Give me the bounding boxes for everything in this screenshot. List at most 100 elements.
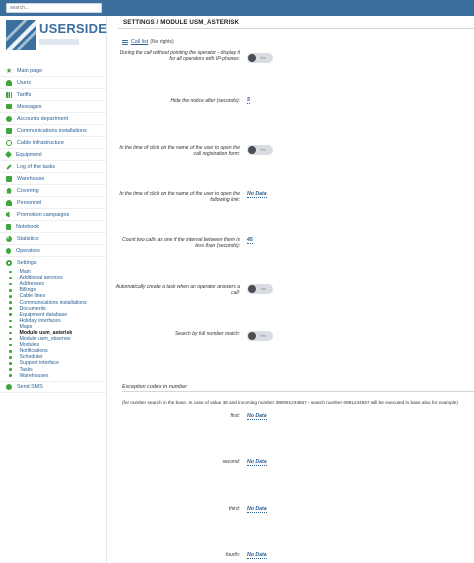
- brand-subtitle-bar: [39, 39, 79, 45]
- section-title-exceptions: Exception codes in number: [122, 384, 188, 390]
- editable-value[interactable]: 45: [247, 237, 253, 244]
- toggle-call-registration[interactable]: Yes: [247, 145, 273, 155]
- sidebar-item-tariffs[interactable]: Tariffs: [0, 89, 106, 101]
- logo[interactable]: USERSIDE: [6, 20, 108, 58]
- operator-icon: [6, 247, 11, 254]
- toggle-switch[interactable]: Yes: [247, 53, 273, 63]
- toggle-knob: [248, 332, 256, 340]
- bullet-icon: [9, 313, 12, 316]
- bullet-icon: [9, 368, 12, 371]
- sidebar-item-statistics[interactable]: Statistics: [0, 233, 106, 245]
- page-title: SETTINGS / MODULE USM_ASTERISK: [123, 19, 240, 26]
- sidebar-item-operators[interactable]: Operators: [0, 245, 106, 257]
- box-icon: [6, 175, 12, 182]
- toggle-full-match[interactable]: Yes: [247, 331, 273, 341]
- grid-icon: [6, 127, 12, 134]
- search-input[interactable]: [6, 3, 102, 13]
- star-icon: [6, 67, 12, 73]
- sidebar-item-cable-infrastructure[interactable]: Cable infrastructure: [0, 137, 106, 149]
- settings-submenu: Main Additional services Addresses Billi…: [0, 269, 106, 379]
- value-count-calls[interactable]: 45: [247, 237, 253, 244]
- bullet-icon: [9, 337, 12, 341]
- settings-sub-warehouses[interactable]: Warehouses: [9, 373, 106, 379]
- sms-icon: [6, 383, 12, 390]
- sidebar-menu: Main page Users Tariffs Messages Account…: [0, 65, 106, 393]
- exception-value-third[interactable]: No Data: [247, 506, 267, 513]
- editable-value[interactable]: No Data: [247, 506, 267, 513]
- brand-name: USERSIDE: [39, 21, 108, 36]
- call-list-note: (No rights): [150, 39, 174, 45]
- setting-label-count-calls: Count two calls as one if the interval b…: [122, 237, 240, 250]
- gear-icon: [6, 260, 12, 266]
- toggle-display-all[interactable]: Yes: [247, 53, 273, 63]
- setting-label-display-all: During the call without pointing the ope…: [119, 50, 240, 63]
- users-icon: [6, 79, 12, 86]
- main-content: SETTINGS / MODULE USM_ASTERISK Call list…: [116, 16, 474, 563]
- tag-icon: [4, 150, 13, 159]
- sidebar-item-messages[interactable]: Messages: [0, 101, 106, 113]
- bullet-icon: [9, 301, 12, 304]
- pie-icon: [6, 235, 12, 242]
- value-hide-notice[interactable]: 5: [247, 97, 250, 104]
- sidebar-item-settings[interactable]: Settings: [0, 257, 106, 269]
- sidebar-item-users[interactable]: Users: [0, 77, 106, 89]
- divider: [122, 391, 474, 392]
- setting-label-full-match: Search by full number match:: [174, 331, 240, 337]
- toggle-switch[interactable]: Yes: [247, 145, 273, 155]
- sidebar-item-notebook[interactable]: Notebook: [0, 221, 106, 233]
- divider: [118, 28, 474, 29]
- sidebar-item-main-page[interactable]: Main page: [0, 65, 106, 77]
- home-icon: [6, 187, 12, 194]
- megaphone-icon: [6, 211, 10, 218]
- toggle-knob: [248, 146, 256, 154]
- sidebar-item-personnel[interactable]: Personnel: [0, 197, 106, 209]
- value-open-link[interactable]: No Data: [247, 191, 267, 198]
- bullet-icon: [9, 276, 12, 280]
- editable-value[interactable]: No Data: [247, 191, 267, 198]
- call-list-link[interactable]: Call list: [131, 39, 148, 45]
- top-bar: [0, 0, 474, 16]
- sidebar-item-accounts[interactable]: Accounts department: [0, 113, 106, 125]
- sidebar-item-warehouse[interactable]: Warehouse: [0, 173, 106, 185]
- notebook-icon: [6, 223, 11, 230]
- bullet-icon: [9, 319, 12, 323]
- exception-label-first: first:: [230, 413, 240, 419]
- sidebar-item-comm-installations[interactable]: Communications installations: [0, 125, 106, 137]
- exception-label-second: second:: [222, 459, 240, 465]
- bullet-icon: [9, 331, 12, 335]
- sidebar-item-log-of-tasks[interactable]: Log of the tasks: [0, 161, 106, 173]
- bullet-icon: [9, 289, 12, 292]
- exception-label-third: third:: [228, 506, 240, 512]
- sidebar-item-promotion[interactable]: Promotion campaigns: [0, 209, 106, 221]
- sidebar-item-equipment[interactable]: Equipment: [0, 149, 106, 161]
- toggle-switch[interactable]: Yes: [247, 284, 273, 294]
- bullet-icon: [9, 362, 12, 365]
- section-note-exceptions: (for number search in the base. In case …: [122, 400, 458, 405]
- toggle-auto-task[interactable]: Yes: [247, 284, 273, 294]
- editable-value[interactable]: No Data: [247, 459, 267, 466]
- bullet-icon: [9, 350, 12, 353]
- editable-value[interactable]: No Data: [247, 413, 267, 420]
- bullet-icon: [9, 270, 12, 274]
- setting-label-auto-task: Automatically create a task when an oper…: [115, 284, 240, 297]
- exception-value-second[interactable]: No Data: [247, 459, 267, 466]
- person-icon: [6, 199, 12, 206]
- toggle-switch[interactable]: Yes: [247, 331, 273, 341]
- bullet-icon: [9, 374, 12, 377]
- editable-value[interactable]: 5: [247, 97, 250, 104]
- exception-value-fourth[interactable]: No Data: [247, 552, 267, 559]
- envelope-icon: [6, 104, 12, 109]
- exception-label-fourth: fourth:: [225, 552, 240, 558]
- setting-label-open-link: In the time of click on the name of the …: [119, 191, 240, 204]
- link-icon: [6, 139, 12, 146]
- exception-value-first[interactable]: No Data: [247, 413, 267, 420]
- bullet-icon: [9, 295, 12, 298]
- chart-icon: [6, 91, 12, 98]
- toggle-knob: [248, 54, 256, 62]
- wrench-icon: [6, 163, 12, 170]
- editable-value[interactable]: No Data: [247, 552, 267, 559]
- sidebar-item-covering[interactable]: Covering: [0, 185, 106, 197]
- list-icon: [122, 39, 128, 45]
- sidebar-item-send-sms[interactable]: Send SMS: [0, 380, 106, 393]
- bullet-icon: [9, 356, 12, 359]
